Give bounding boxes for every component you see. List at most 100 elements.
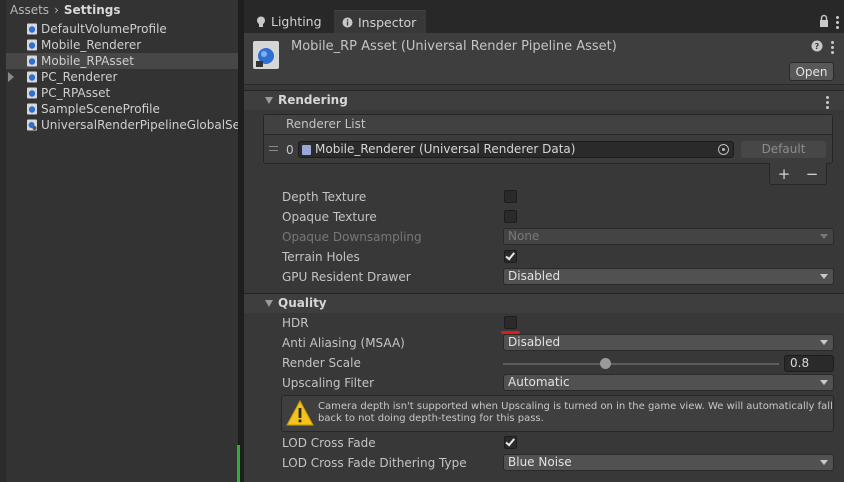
component-menu-icon[interactable]	[831, 41, 834, 56]
asset-label: PC_RPAsset	[41, 86, 111, 100]
asset-item[interactable]: PC_RPAsset	[0, 85, 240, 101]
asset-item[interactable]: Mobile_Renderer	[0, 37, 240, 53]
asset-label: PC_Renderer	[41, 70, 118, 84]
inspector-window: Lighting Inspector Mobile_RP Asset (Univ…	[244, 0, 844, 482]
tab-inspector[interactable]: Inspector	[334, 10, 426, 33]
renderer-data-icon	[302, 145, 311, 155]
msaa-label: Anti Aliasing (MSAA)	[282, 336, 405, 350]
render-scale-slider-handle[interactable]	[599, 358, 611, 369]
foldout-arrow-icon[interactable]	[8, 72, 14, 82]
drag-handle-icon[interactable]	[269, 146, 278, 151]
opaque-downsampling-dropdown: None	[503, 228, 834, 245]
breadcrumb-settings[interactable]: Settings	[64, 3, 121, 17]
breadcrumb: Assets › Settings	[0, 0, 240, 20]
chevron-down-icon	[820, 340, 828, 345]
renderer-object-field[interactable]: Mobile_Renderer (Universal Renderer Data…	[298, 141, 734, 158]
section-title: Rendering	[278, 93, 348, 107]
opaque-texture-label: Opaque Texture	[282, 210, 377, 224]
depth-texture-checkbox[interactable]	[504, 190, 517, 203]
hdr-checkbox[interactable]	[504, 316, 517, 329]
chevron-down-icon	[820, 234, 828, 239]
dropdown-value: Disabled	[508, 335, 561, 349]
inspector-header: Mobile_RP Asset (Universal Render Pipeli…	[244, 33, 844, 85]
tab-menu-icon[interactable]	[836, 16, 839, 31]
dropdown-value: Disabled	[508, 269, 561, 283]
rp-asset-icon	[27, 55, 37, 67]
gpu-resident-drawer-dropdown[interactable]: Disabled	[503, 268, 834, 285]
terrain-holes-label: Terrain Holes	[282, 250, 360, 264]
global-settings-icon	[27, 119, 37, 131]
chevron-down-icon	[820, 460, 828, 465]
dropdown-value: None	[508, 229, 540, 243]
object-picker-icon[interactable]	[718, 144, 729, 155]
gpu-resident-drawer-label: GPU Resident Drawer	[282, 270, 411, 284]
render-scale-field[interactable]: 0.8	[784, 355, 834, 372]
rp-asset-icon	[27, 87, 37, 99]
info-icon	[342, 17, 353, 27]
renderer-index: 0	[286, 143, 294, 157]
upscaling-filter-dropdown[interactable]: Automatic	[503, 374, 834, 391]
breadcrumb-separator: ›	[54, 3, 59, 17]
opaque-texture-checkbox[interactable]	[504, 210, 517, 223]
lod-cross-fade-checkbox[interactable]	[504, 436, 517, 449]
scene-view-edge	[237, 445, 240, 482]
renderer-object-value: Mobile_Renderer (Universal Renderer Data…	[315, 142, 576, 156]
project-panel: Assets › Settings DefaultVolumeProfile M…	[0, 0, 240, 482]
remove-renderer-button[interactable]: −	[806, 165, 819, 183]
asset-label: UniversalRenderPipelineGlobalSett	[41, 118, 240, 132]
asset-item[interactable]: UniversalRenderPipelineGlobalSett	[0, 117, 240, 133]
asset-label: Mobile_Renderer	[41, 38, 142, 52]
lod-dither-dropdown[interactable]: Blue Noise	[503, 454, 834, 471]
asset-item-selected[interactable]: Mobile_RPAsset	[0, 53, 240, 69]
section-rendering[interactable]: Rendering	[244, 90, 844, 110]
checkmark-icon	[505, 250, 516, 261]
dropdown-value: Automatic	[508, 375, 570, 389]
asset-title: Mobile_RP Asset (Universal Render Pipeli…	[291, 39, 617, 54]
warning-helpbox: Camera depth isn't supported when Upscal…	[281, 395, 834, 432]
asset-item[interactable]: SampleSceneProfile	[0, 101, 240, 117]
presets-sliders-icon[interactable]	[818, 40, 830, 52]
renderer-list-header: Renderer List	[264, 115, 832, 135]
asset-list: DefaultVolumeProfile Mobile_Renderer Mob…	[0, 21, 240, 133]
terrain-holes-checkbox[interactable]	[504, 250, 517, 263]
asset-item[interactable]: PC_Renderer	[0, 69, 240, 85]
dropdown-value: Blue Noise	[508, 455, 572, 469]
renderer-data-icon	[27, 71, 37, 83]
lock-icon[interactable]	[819, 13, 829, 29]
breadcrumb-assets[interactable]: Assets	[10, 3, 49, 17]
tab-lighting[interactable]: Lighting	[248, 10, 332, 33]
tab-label: Lighting	[271, 14, 322, 29]
section-quality[interactable]: Quality	[244, 293, 844, 313]
foldout-open-icon[interactable]	[265, 300, 273, 307]
opaque-downsampling-label: Opaque Downsampling	[282, 230, 422, 244]
render-scale-label: Render Scale	[282, 356, 361, 370]
renderer-list: Renderer List 0 Mobile_Renderer (Univers…	[263, 114, 833, 164]
add-renderer-button[interactable]: +	[778, 165, 791, 183]
tab-label: Inspector	[358, 14, 417, 30]
lod-dither-label: LOD Cross Fade Dithering Type	[282, 456, 467, 470]
asset-label: SampleSceneProfile	[41, 102, 160, 116]
chevron-down-icon	[820, 274, 828, 279]
render-scale-slider[interactable]	[503, 363, 779, 365]
open-button[interactable]: Open	[789, 62, 834, 81]
section-menu-icon[interactable]	[826, 96, 829, 111]
set-default-button[interactable]: Default	[741, 141, 826, 158]
volume-profile-icon	[27, 103, 37, 115]
foldout-open-icon[interactable]	[265, 97, 273, 104]
volume-profile-icon	[27, 23, 37, 35]
chevron-down-icon	[820, 380, 828, 385]
asset-item[interactable]: DefaultVolumeProfile	[0, 21, 240, 37]
checkmark-icon	[505, 436, 516, 447]
hdr-label: HDR	[282, 316, 309, 330]
asset-label: Mobile_RPAsset	[41, 54, 134, 68]
depth-texture-label: Depth Texture	[282, 190, 367, 204]
tab-bar: Lighting Inspector	[244, 0, 844, 33]
warning-icon	[286, 400, 314, 426]
msaa-dropdown[interactable]: Disabled	[503, 334, 834, 351]
renderer-data-icon	[27, 39, 37, 51]
list-add-remove: + −	[769, 163, 827, 185]
asset-label: DefaultVolumeProfile	[41, 22, 167, 36]
warning-text: Camera depth isn't supported when Upscal…	[318, 401, 833, 424]
panel-edge	[0, 0, 6, 482]
section-title: Quality	[278, 296, 327, 310]
